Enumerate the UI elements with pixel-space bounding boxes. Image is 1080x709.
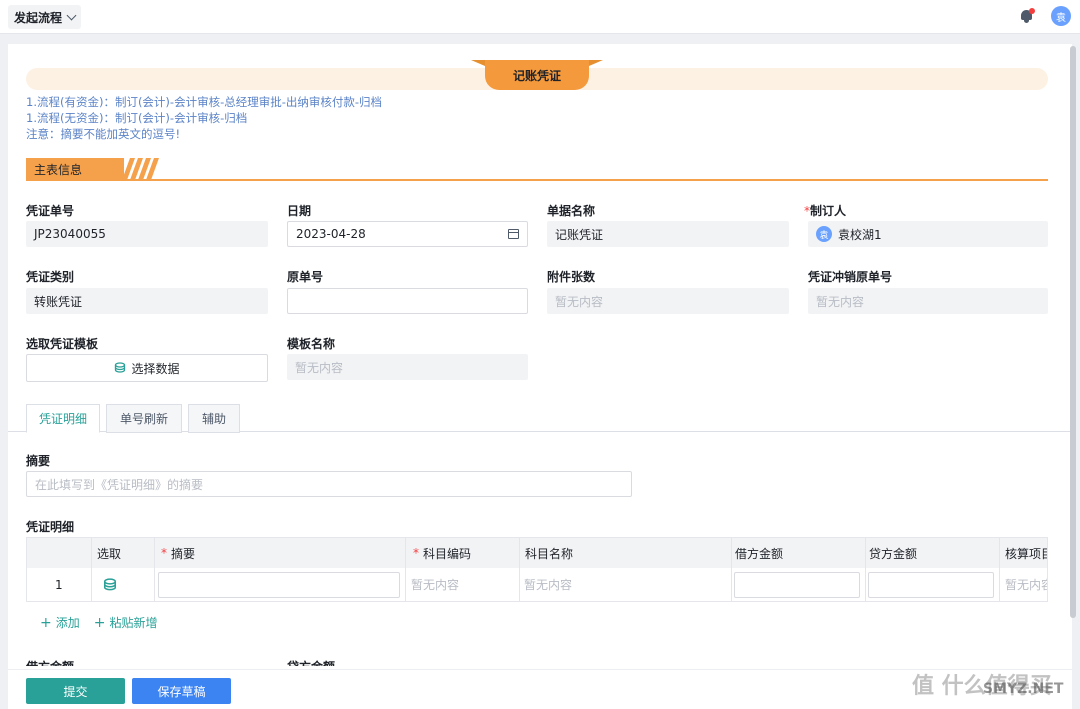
detail-tabs: 凭证明细 单号刷新 辅助 [8,404,1072,433]
note-line: 注意：摘要不能加英文的逗号! [26,127,181,141]
row-index: 1 [55,577,63,592]
date-picker[interactable]: 2023-04-28 [287,221,528,247]
title-tab: 记账凭证 [471,60,603,90]
credit-total-label: 贷方金额 [287,658,335,666]
voucher-no-field: JP23040055 [26,221,268,247]
doc-name-field: 记账凭证 [547,221,789,247]
table-row: 1 暂无内容 暂无内容 暂无内容 [26,568,1048,602]
table-actions: + 添加 + 粘贴新增 [40,614,158,631]
col-debit: 借方金额 [735,546,784,561]
tab-voucher-detail[interactable]: 凭证明细 [26,404,100,433]
reverse-no-label: 凭证冲销原单号 [808,270,893,284]
col-aux-item: 核算项目 [1005,546,1047,561]
attach-count-field: 暂无内容 [547,288,789,314]
plus-icon: + [40,615,52,631]
watermark-site: SMYZ.NET [983,681,1064,697]
notification-dot [1029,8,1035,14]
start-flow-dropdown[interactable]: 发起流程 [8,5,82,29]
voucher-no-label: 凭证单号 [26,204,75,218]
maker-field: 袁 袁校湖1 [808,221,1048,247]
top-bar: 发起流程 袁 [0,0,1080,34]
reverse-no-field: 暂无内容 [808,288,1048,314]
summary-input[interactable]: 在此填写到《凭证明细》的摘要 [26,471,632,497]
debit-total-label: 借方金额 [26,658,74,666]
maker-label: *制订人 [804,204,847,218]
select-data-button[interactable]: 选择数据 [26,354,268,382]
orig-no-input[interactable] [287,288,528,314]
doc-name-label: 单据名称 [547,204,596,218]
form-panel: 记账凭证 1.流程(有资金)：制订(会计)-会计审核-总经理审批-出纳审核付款-… [8,44,1072,709]
date-label: 日期 [287,204,312,218]
maker-avatar: 袁 [816,226,832,242]
calendar-icon[interactable] [508,229,519,239]
paste-add-button[interactable]: + 粘贴新增 [94,614,158,631]
row-aux-item: 暂无内容 [1005,578,1047,592]
plus-icon: + [93,615,106,631]
vertical-scrollbar[interactable] [1070,46,1076,618]
user-avatar[interactable]: 袁 [1051,6,1071,26]
notification-bell-icon[interactable] [1020,8,1035,24]
section-stripes [120,158,160,180]
detail-table-header: 选取 *摘要 *科目编码 科目名称 借方金额 贷方金额 核算项目 [26,537,1048,569]
section-header-main-info: 主表信息 [26,158,1048,182]
tab-auxiliary[interactable]: 辅助 [188,404,240,433]
row-debit-input[interactable] [734,572,860,598]
row-summary-input[interactable] [158,572,400,598]
col-summary: * 摘要 [161,546,196,561]
attach-count-label: 附件张数 [547,270,596,284]
submit-button[interactable]: 提交 [26,678,125,704]
chevron-down-icon [66,10,77,20]
add-row-button[interactable]: + 添加 [40,614,80,631]
col-select: 选取 [97,546,122,561]
detail-title: 凭证明细 [26,520,75,534]
col-credit: 贷方金额 [869,546,918,561]
row-select-icon[interactable] [103,568,117,601]
summary-label: 摘要 [26,454,51,468]
maker-name: 袁校湖1 [838,227,882,242]
col-account-code: * 科目编码 [413,546,472,561]
flow-notes: 1.流程(有资金)：制订(会计)-会计审核-总经理审批-出纳审核付款-归档 1.… [26,94,382,142]
row-credit-input[interactable] [868,572,994,598]
col-account-name: 科目名称 [525,546,574,561]
page-title: 记账凭证 [485,60,589,90]
note-line: 1.流程(有资金)：制订(会计)-会计审核-总经理审批-出纳审核付款-归档 [26,95,383,109]
save-draft-button[interactable]: 保存草稿 [132,678,231,704]
database-select-icon [115,362,126,373]
database-select-icon[interactable] [103,577,117,592]
voucher-type-field: 转账凭证 [26,288,268,314]
voucher-type-label: 凭证类别 [26,270,75,284]
tab-refresh-no[interactable]: 单号刷新 [106,404,182,433]
template-name-label: 模板名称 [287,337,336,351]
start-flow-label: 发起流程 [14,10,63,25]
note-line: 1.流程(无资金)：制订(会计)-会计审核-归档 [26,111,248,125]
template-name-field: 暂无内容 [287,354,528,380]
row-account-name: 暂无内容 [524,578,573,592]
orig-no-label: 原单号 [287,270,324,284]
section-title: 主表信息 [26,158,124,180]
template-label: 选取凭证模板 [26,337,99,351]
row-account-code[interactable]: 暂无内容 [411,568,459,601]
